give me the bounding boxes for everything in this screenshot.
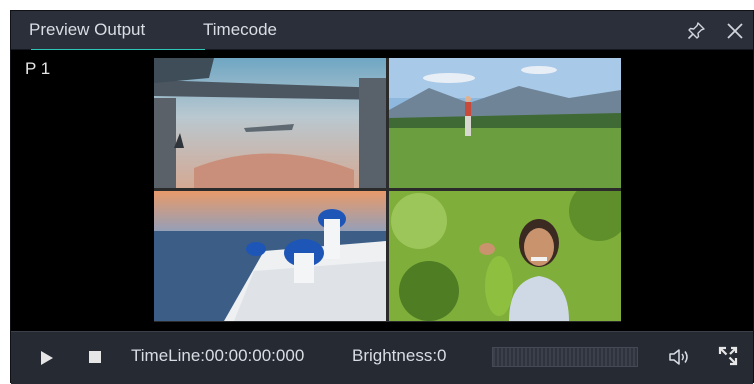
close-icon[interactable] <box>726 22 744 40</box>
brightness-slider[interactable] <box>492 347 638 367</box>
play-icon[interactable] <box>41 351 53 365</box>
tab-timecode[interactable]: Timecode <box>203 11 277 50</box>
preview-area: P 1 <box>11 50 753 331</box>
brightness-label: Brightness:0 <box>352 346 447 365</box>
pin-icon[interactable] <box>687 22 705 40</box>
tab-timecode-label: Timecode <box>203 20 278 39</box>
volume-icon[interactable] <box>668 347 690 367</box>
timeline-readout: TimeLine:00:00:00:000 <box>131 346 305 365</box>
multiview-grid <box>154 58 621 322</box>
preview-output-panel: Preview Output Timecode P 1 TimeLine:00:… <box>10 10 754 384</box>
tab-preview-output[interactable]: Preview Output <box>29 11 205 51</box>
fantasy-city-thumbnail <box>154 58 386 188</box>
stop-icon[interactable] <box>89 351 101 363</box>
control-bar: TimeLine:00:00:00:000 Brightness:0 <box>11 331 753 384</box>
golfer-thumbnail <box>389 58 621 188</box>
tab-bar: Preview Output Timecode <box>11 11 753 51</box>
tab-preview-output-label: Preview Output <box>29 20 146 39</box>
fullscreen-icon[interactable] <box>718 346 738 366</box>
woman-grapes-thumbnail <box>389 191 621 321</box>
santorini-thumbnail <box>154 191 386 321</box>
program-label: P 1 <box>25 59 51 78</box>
